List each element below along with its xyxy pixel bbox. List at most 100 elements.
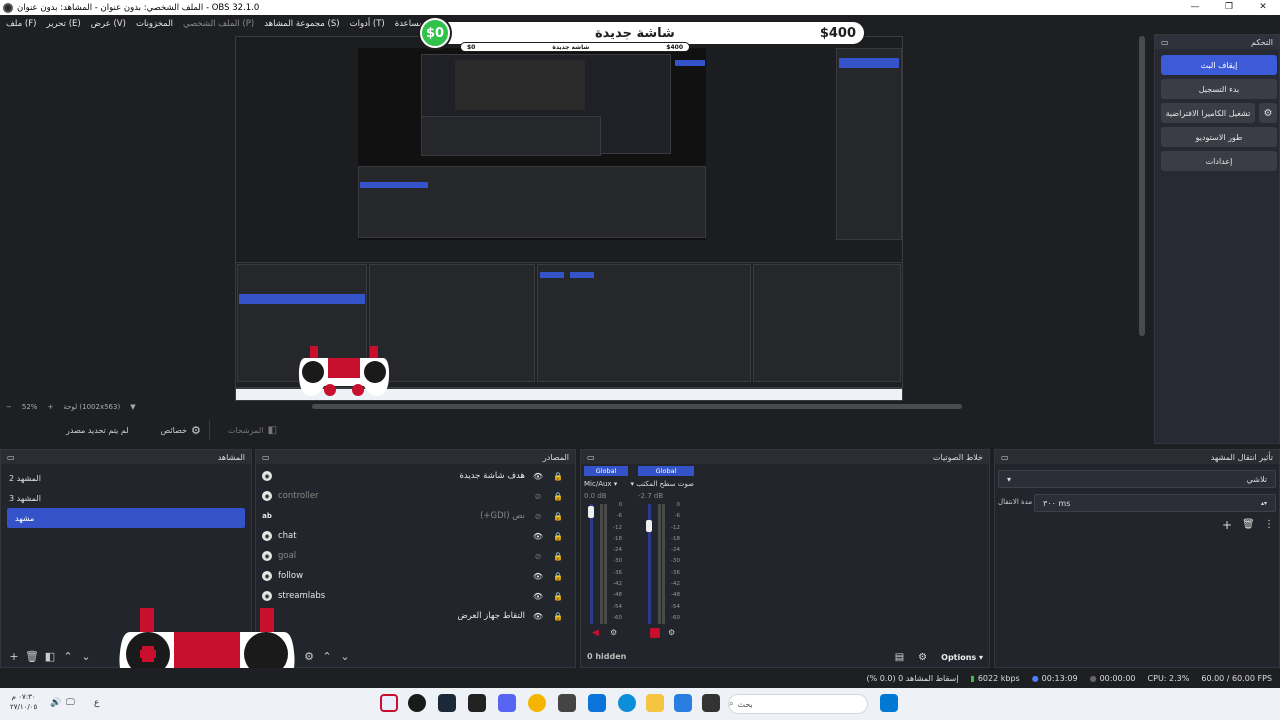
app-icon[interactable] <box>674 694 692 712</box>
add-transition-icon[interactable]: + <box>1222 518 1232 532</box>
volume-icon[interactable]: 🔊 <box>50 698 61 708</box>
add-scene-icon[interactable]: + <box>5 650 23 663</box>
menu-docks[interactable]: المخزونات <box>136 19 173 29</box>
nested-goal-overlay: $0 شاشة جديدة $400 <box>460 42 690 52</box>
taskbar-clock[interactable]: ٠٧:٣٠ م ٢٧/١٠/٠٥ <box>10 692 37 712</box>
source-row[interactable]: ◉ goal ⊘ 🔒 <box>256 546 575 566</box>
source-row[interactable]: ◉ controller ⊘ 🔒 <box>256 486 575 506</box>
lock-icon[interactable]: 🔒 <box>551 512 565 521</box>
file-explorer-icon[interactable] <box>646 694 664 712</box>
start-virtual-camera-button[interactable]: تشغيل الكاميرا الافتراضية <box>1161 103 1255 123</box>
channel-name[interactable]: صوت سطح المكتب ▾ <box>631 480 694 488</box>
eye-hidden-icon[interactable]: ⊘ <box>531 492 545 501</box>
eye-hidden-icon[interactable]: ⊘ <box>531 512 545 521</box>
scene-filters-icon[interactable]: ◧ <box>41 650 59 663</box>
dock-float-icon[interactable]: ▭ <box>1161 38 1169 47</box>
move-down-icon[interactable]: ⌄ <box>77 650 95 663</box>
menu-scene-collection[interactable]: مجموعة المشاهد (S) <box>264 19 339 29</box>
scene-item[interactable]: المشهد 2 <box>1 468 251 488</box>
scale-tick: -6 <box>616 513 622 520</box>
studio-mode-button[interactable]: طور الاستوديو <box>1161 127 1277 147</box>
app-icon[interactable] <box>468 694 486 712</box>
dock-float-icon[interactable]: ▭ <box>587 453 595 462</box>
app-icon[interactable] <box>558 694 576 712</box>
remove-transition-trash-icon[interactable]: 🗑 <box>1242 519 1255 530</box>
eye-icon[interactable]: 👁 <box>531 612 545 621</box>
move-down-icon[interactable]: ⌄ <box>336 650 354 663</box>
spin-arrows-icon[interactable]: ▴▾ <box>1261 500 1267 507</box>
stop-streaming-button[interactable]: إيقاف البث <box>1161 55 1277 75</box>
lock-icon[interactable]: 🔒 <box>551 552 565 561</box>
layout-icon[interactable]: ▤ <box>895 652 904 663</box>
channel-settings-icon[interactable]: ⚙ <box>610 628 617 637</box>
store-icon[interactable] <box>588 694 606 712</box>
terminal-icon[interactable] <box>702 694 720 712</box>
channel-settings-icon[interactable]: ⚙ <box>668 628 675 637</box>
volume-fader[interactable] <box>588 506 594 518</box>
source-row[interactable]: التقاط جهاز العرض 👁 🔒 <box>256 606 575 626</box>
move-up-icon[interactable]: ⌃ <box>318 650 336 663</box>
menu-edit[interactable]: تحرير (E) <box>46 19 80 29</box>
lock-icon[interactable]: 🔒 <box>551 472 565 481</box>
dock-float-icon[interactable]: ▭ <box>7 453 15 462</box>
app-icon[interactable] <box>380 694 398 712</box>
eye-icon[interactable]: 👁 <box>531 572 545 581</box>
zoom-in-button[interactable]: + <box>47 403 53 411</box>
channel-name[interactable]: Mic/Aux ▾ <box>584 480 630 488</box>
dock-float-icon[interactable]: ▭ <box>262 453 270 462</box>
eye-icon[interactable]: 👁 <box>531 592 545 601</box>
taskbar-search[interactable]: بحث ⌕ <box>728 694 868 714</box>
lock-icon[interactable]: 🔒 <box>551 612 565 621</box>
menu-view[interactable]: عرض (V) <box>91 19 126 29</box>
scene-item[interactable]: المشهد 3 <box>1 488 251 508</box>
menu-profile[interactable]: الملف الشخصي (P) <box>183 19 254 29</box>
transition-menu-icon[interactable]: ⋮ <box>1264 519 1274 530</box>
settings-button[interactable]: إعدادات <box>1161 151 1277 171</box>
start-windows-icon[interactable] <box>880 694 898 712</box>
steam-icon[interactable] <box>438 694 456 712</box>
source-row[interactable]: ab نص (GDI+) ⊘ 🔒 <box>256 506 575 526</box>
source-properties-gear-icon[interactable]: ⚙ <box>300 650 318 663</box>
menu-file[interactable]: ملف (F) <box>6 19 36 29</box>
eye-icon[interactable]: 👁 <box>531 532 545 541</box>
input-language[interactable]: ع <box>94 698 99 708</box>
source-row[interactable]: ◉ streamlabs 👁 🔒 <box>256 586 575 606</box>
remove-scene-trash-icon[interactable]: 🗑 <box>23 650 41 663</box>
chrome-icon[interactable] <box>528 694 546 712</box>
move-up-icon[interactable]: ⌃ <box>59 650 77 663</box>
menu-tools[interactable]: أدوات (T) <box>350 19 385 29</box>
lock-icon[interactable]: 🔒 <box>551 532 565 541</box>
preview-vertical-scrollbar[interactable] <box>1139 36 1145 336</box>
filters-button[interactable]: ◧ المرشحات <box>220 420 285 440</box>
start-recording-button[interactable]: بدء التسجيل <box>1161 79 1277 99</box>
network-icon[interactable]: 🖵 <box>66 698 75 708</box>
source-row[interactable]: ◉ هدف شاشة جديدة 👁 🔒 <box>256 466 575 486</box>
dock-float-icon[interactable]: ▭ <box>1001 453 1009 462</box>
zoom-dropdown-icon[interactable]: ▼ <box>130 403 135 411</box>
obs-taskbar-icon[interactable] <box>408 694 426 712</box>
preview-horizontal-scrollbar[interactable] <box>312 404 962 409</box>
source-row[interactable]: ◉ chat 👁 🔒 <box>256 526 575 546</box>
source-row[interactable]: ◉ follow 👁 🔒 <box>256 566 575 586</box>
lock-icon[interactable]: 🔒 <box>551 572 565 581</box>
lock-icon[interactable]: 🔒 <box>551 592 565 601</box>
zoom-out-button[interactable]: − <box>6 403 12 411</box>
scene-item-selected[interactable]: مشهد <box>7 508 245 528</box>
close-icon[interactable]: ✕ <box>1246 0 1280 15</box>
volume-fader[interactable] <box>646 520 652 532</box>
edge-icon[interactable] <box>618 694 636 712</box>
advanced-audio-icon[interactable]: ⚙ <box>918 652 927 663</box>
muted-speaker-icon[interactable] <box>650 628 660 638</box>
eye-icon[interactable]: 👁 <box>531 472 545 481</box>
mixer-options-button[interactable]: Options ▾ <box>941 653 983 662</box>
virtual-camera-settings-gear-icon[interactable]: ⚙ <box>1259 103 1277 123</box>
properties-button[interactable]: ⚙ خصائص <box>153 420 210 440</box>
discord-icon[interactable] <box>498 694 516 712</box>
lock-icon[interactable]: 🔒 <box>551 492 565 501</box>
mute-speaker-icon[interactable]: ◀ <box>592 628 599 638</box>
transition-type-select[interactable]: تلاشي ▾ <box>998 470 1276 488</box>
minimize-icon[interactable]: — <box>1178 0 1212 15</box>
eye-hidden-icon[interactable]: ⊘ <box>531 552 545 561</box>
maximize-icon[interactable]: ❐ <box>1212 0 1246 15</box>
transition-duration-input[interactable]: ٣٠٠ ms ▴▾ <box>1034 494 1276 512</box>
